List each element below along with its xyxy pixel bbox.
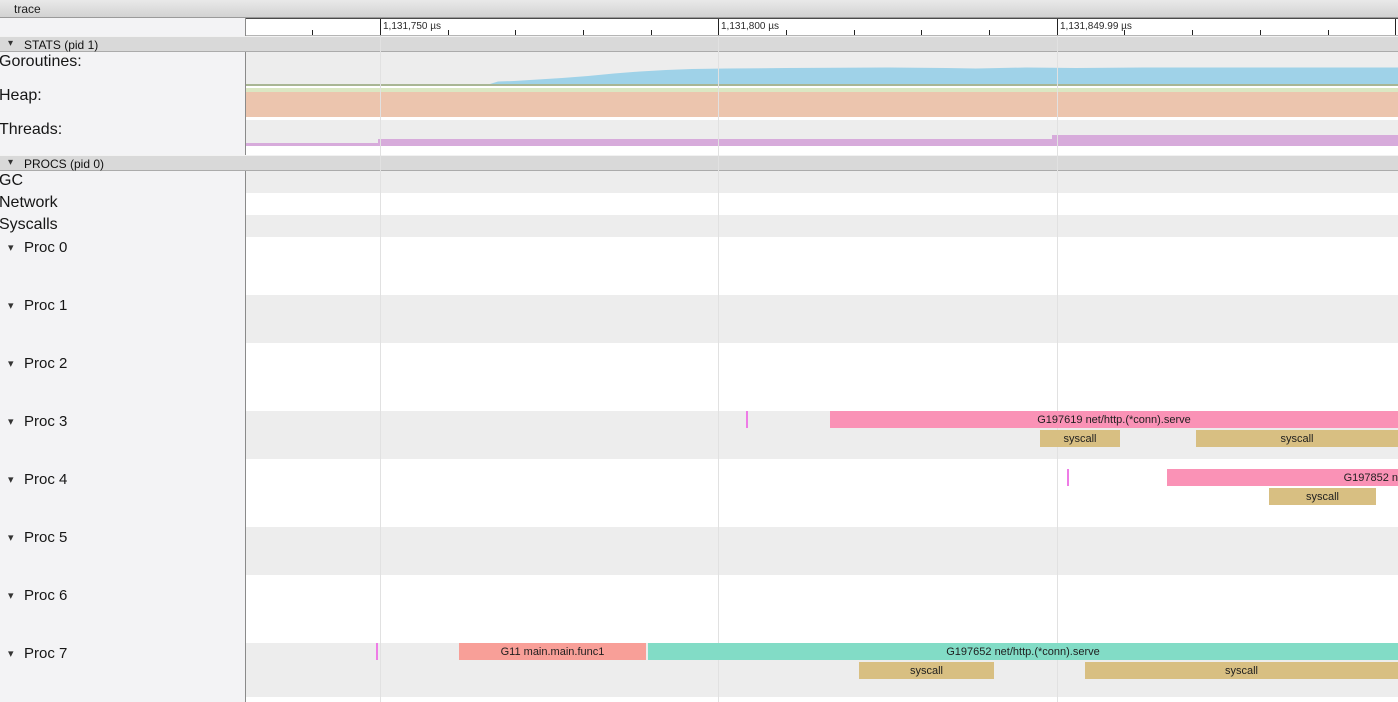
ruler-tick	[515, 30, 516, 35]
sidebar-item-proc5: ▾ Proc 5	[0, 529, 240, 547]
procs-label-gc: GC	[0, 172, 23, 190]
proc1-track[interactable]	[246, 295, 1398, 343]
sidebar-item-proc3: ▾ Proc 3	[0, 413, 240, 431]
proc-label: Proc 6	[24, 587, 67, 604]
ruler-tick	[718, 19, 719, 35]
ruler-tick	[921, 30, 922, 35]
gc-track[interactable]	[246, 171, 1398, 193]
ruler-tick	[989, 30, 990, 35]
proc-start-marker[interactable]	[1067, 469, 1069, 486]
timeline-ruler: 1,131,750 µs 1,131,800 µs 1,131,849.99 µ…	[246, 18, 1398, 36]
ruler-tick	[583, 30, 584, 35]
syscalls-track[interactable]	[246, 215, 1398, 237]
ruler-tick	[786, 30, 787, 35]
ruler-timestamp: 1,131,800 µs	[721, 21, 779, 32]
procs-label-network: Network	[0, 194, 58, 212]
chevron-down-icon[interactable]: ▾	[8, 299, 14, 312]
ruler-tick	[1124, 30, 1125, 35]
chevron-down-icon[interactable]: ▾	[8, 241, 14, 254]
ruler-tick	[448, 30, 449, 35]
stats-label-heap: Heap:	[0, 87, 42, 105]
ruler-tick	[854, 30, 855, 35]
goroutine-span[interactable]: G197652 net/http.(*conn).serve	[648, 643, 1398, 660]
ruler-timestamp: 1,131,750 µs	[383, 21, 441, 32]
page-title: trace	[14, 2, 41, 16]
chevron-down-icon[interactable]: ▾	[8, 647, 14, 660]
network-track[interactable]	[246, 193, 1398, 215]
syscall-span[interactable]: syscall	[1040, 430, 1120, 447]
ruler-timestamp: 1,131,849.99 µs	[1060, 21, 1132, 32]
syscall-span[interactable]: syscall	[1269, 488, 1376, 505]
syscall-span[interactable]: syscall	[1196, 430, 1398, 447]
proc-label: Proc 3	[24, 413, 67, 430]
section-header-procs[interactable]: ▾ PROCS (pid 0)	[0, 155, 1398, 171]
gridline	[1057, 36, 1058, 702]
threads-step-2	[378, 139, 1052, 146]
sidebar-item-proc4: ▾ Proc 4	[0, 471, 240, 489]
heap-inuse-band[interactable]	[246, 92, 1398, 117]
procs-label-syscalls: Syscalls	[0, 216, 58, 234]
title-bar: trace	[0, 0, 1398, 18]
proc-label: Proc 5	[24, 529, 67, 546]
chevron-down-icon[interactable]: ▾	[8, 415, 14, 428]
ruler-tick	[1260, 30, 1261, 35]
gridline	[718, 36, 719, 702]
stats-label-goroutines: Goroutines:	[0, 53, 82, 71]
proc-label: Proc 2	[24, 355, 67, 372]
proc-label: Proc 0	[24, 239, 67, 256]
goroutine-span[interactable]: G11 main.main.func1	[459, 643, 646, 660]
sidebar-item-proc2: ▾ Proc 2	[0, 355, 240, 373]
proc5-track[interactable]	[246, 527, 1398, 575]
sidebar-item-proc1: ▾ Proc 1	[0, 297, 240, 315]
trace-viewer: trace 1,131,750 µs 1,131,800 µs 1,131,84…	[0, 0, 1398, 702]
ruler-tick	[1057, 19, 1058, 35]
gridline	[380, 36, 381, 702]
proc-label: Proc 1	[24, 297, 67, 314]
chevron-down-icon[interactable]: ▾	[8, 157, 13, 168]
ruler-tick	[651, 30, 652, 35]
sidebar-item-proc6: ▾ Proc 6	[0, 587, 240, 605]
chevron-down-icon[interactable]: ▾	[8, 473, 14, 486]
section-title: STATS (pid 1)	[24, 38, 98, 52]
syscall-span[interactable]: syscall	[859, 662, 994, 679]
sidebar-item-proc7: ▾ Proc 7	[0, 645, 240, 663]
stats-label-threads: Threads:	[0, 121, 62, 139]
ruler-tick	[1395, 19, 1396, 35]
chevron-down-icon[interactable]: ▾	[8, 531, 14, 544]
ruler-tick	[1328, 30, 1329, 35]
chevron-down-icon[interactable]: ▾	[8, 357, 14, 370]
goroutines-baseline	[246, 84, 1398, 86]
threads-step-1	[246, 143, 378, 146]
syscall-span[interactable]: syscall	[1085, 662, 1398, 679]
proc-label: Proc 4	[24, 471, 67, 488]
proc-start-marker[interactable]	[746, 411, 748, 428]
proc-start-marker[interactable]	[376, 643, 378, 660]
sidebar-item-proc0: ▾ Proc 0	[0, 239, 240, 257]
chevron-down-icon[interactable]: ▾	[8, 589, 14, 602]
chevron-down-icon[interactable]: ▾	[8, 38, 13, 49]
section-header-stats[interactable]: ▾ STATS (pid 1)	[0, 36, 1398, 52]
threads-step-3	[1052, 135, 1398, 146]
proc-label: Proc 7	[24, 645, 67, 662]
goroutine-span[interactable]: G197619 net/http.(*conn).serve	[830, 411, 1398, 428]
ruler-tick	[312, 30, 313, 35]
goroutines-area-chart[interactable]	[246, 52, 1398, 84]
section-title: PROCS (pid 0)	[24, 157, 104, 171]
ruler-tick	[1192, 30, 1193, 35]
ruler-tick	[380, 19, 381, 35]
goroutine-span[interactable]: G197852 n	[1167, 469, 1398, 486]
